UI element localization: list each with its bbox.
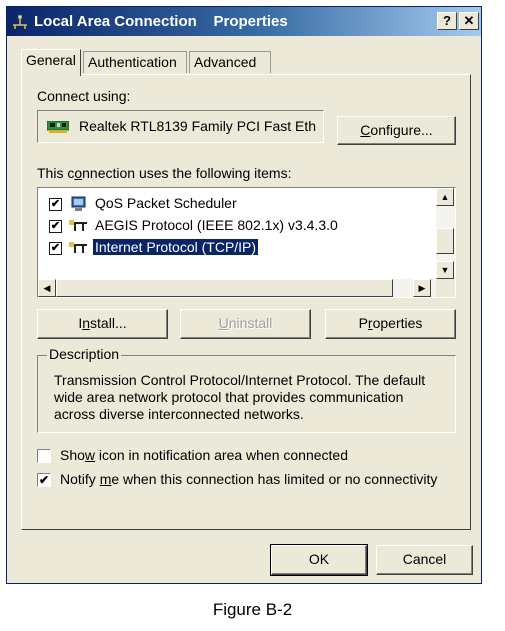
scroll-down-icon[interactable]: ▼ — [436, 261, 454, 279]
item-label: Internet Protocol (TCP/IP) — [91, 238, 260, 256]
description-legend: Description — [47, 346, 122, 362]
list-item[interactable]: ✔ AEGIS Protocol (IEEE 802.1x) v3.4.3.0 — [38, 216, 434, 236]
close-button[interactable]: ✕ — [459, 12, 479, 30]
show-icon-checkbox[interactable] — [37, 449, 51, 463]
uninstall-label-post: ninstall — [228, 315, 273, 331]
vertical-scrollbar[interactable]: ▲ ▼ — [436, 188, 455, 279]
network-connection-icon — [13, 14, 27, 29]
adapter-display: Realtek RTL8139 Family PCI Fast Eth — [37, 110, 324, 143]
notify-checkbox[interactable]: ✔ — [37, 473, 51, 487]
vertical-scroll-thumb[interactable] — [436, 228, 454, 254]
install-label-post: stall... — [90, 315, 127, 331]
item-checkbox[interactable]: ✔ — [49, 198, 62, 211]
scroll-up-icon[interactable]: ▲ — [436, 188, 454, 206]
qos-scheduler-icon — [71, 196, 86, 211]
notify-label-pre: Notify — [60, 471, 100, 487]
tab-general[interactable]: General — [21, 49, 81, 76]
connect-using-label: Connect using: — [37, 88, 131, 104]
item-checkbox[interactable]: ✔ — [49, 242, 62, 255]
show-icon-accesskey: w — [84, 447, 96, 463]
install-button[interactable]: Install... — [37, 309, 168, 339]
properties-label-post: operties — [372, 315, 423, 331]
horizontal-scroll-thumb[interactable] — [56, 279, 393, 297]
components-list[interactable]: ✔ QoS Packet Scheduler ✔ AEGIS Protocol … — [37, 187, 456, 298]
horizontal-scrollbar[interactable]: ◀ ▶ — [38, 279, 436, 297]
scroll-right-icon[interactable]: ▶ — [413, 279, 431, 297]
notify-accesskey: m — [99, 471, 112, 487]
description-group: Description Transmission Control Protoco… — [37, 346, 456, 433]
list-item-selected[interactable]: ✔ Internet Protocol (TCP/IP) — [38, 238, 434, 258]
network-card-icon — [47, 121, 69, 133]
notify-label[interactable]: Notify me when this connection has limit… — [60, 471, 437, 487]
network-protocol-icon — [69, 220, 87, 231]
title-bar[interactable]: Local Area Connection Properties ? ✕ — [7, 7, 481, 36]
cancel-button[interactable]: Cancel — [376, 545, 473, 575]
ok-button[interactable]: OK — [270, 544, 368, 576]
window-title: Local Area Connection Properties — [34, 13, 288, 30]
configure-label: onfigure... — [370, 122, 433, 138]
notify-label-post: e when this connection has limited or no… — [111, 471, 438, 487]
item-checkbox[interactable]: ✔ — [49, 220, 62, 233]
item-label: AEGIS Protocol (IEEE 802.1x) v3.4.3.0 — [95, 217, 338, 233]
figure-caption: Figure B-2 — [212, 600, 293, 619]
uninstall-button[interactable]: Uninstall — [180, 309, 311, 339]
tab-advanced[interactable]: Advanced — [189, 51, 271, 73]
description-text: Transmission Control Protocol/Internet P… — [54, 372, 426, 422]
properties-button[interactable]: Properties — [325, 309, 456, 339]
tab-authentication[interactable]: Authentication — [83, 51, 187, 73]
scroll-left-icon[interactable]: ◀ — [38, 279, 56, 297]
show-icon-label-post: icon in notification area when connected — [95, 447, 348, 463]
show-icon-label[interactable]: Show icon in notification area when conn… — [60, 447, 348, 463]
items-label-post: nnection uses the following items: — [82, 165, 292, 181]
install-accesskey: n — [82, 315, 91, 331]
items-label-accesskey: o — [74, 165, 83, 181]
adapter-name: Realtek RTL8139 Family PCI Fast Eth — [79, 118, 317, 134]
uninstall-accesskey: U — [218, 315, 229, 331]
network-protocol-icon — [69, 242, 87, 253]
items-label-pre: This c — [37, 165, 75, 181]
configure-accesskey: C — [360, 122, 371, 138]
item-label: QoS Packet Scheduler — [95, 195, 237, 211]
help-button[interactable]: ? — [437, 12, 457, 30]
configure-button[interactable]: Configure... — [337, 116, 456, 145]
items-label: This connection uses the following items… — [37, 165, 291, 181]
show-icon-label-pre: Sho — [60, 447, 85, 463]
properties-label-pre: P — [358, 315, 368, 331]
scrollbar-corner — [436, 279, 455, 297]
list-item[interactable]: ✔ QoS Packet Scheduler — [38, 194, 434, 214]
